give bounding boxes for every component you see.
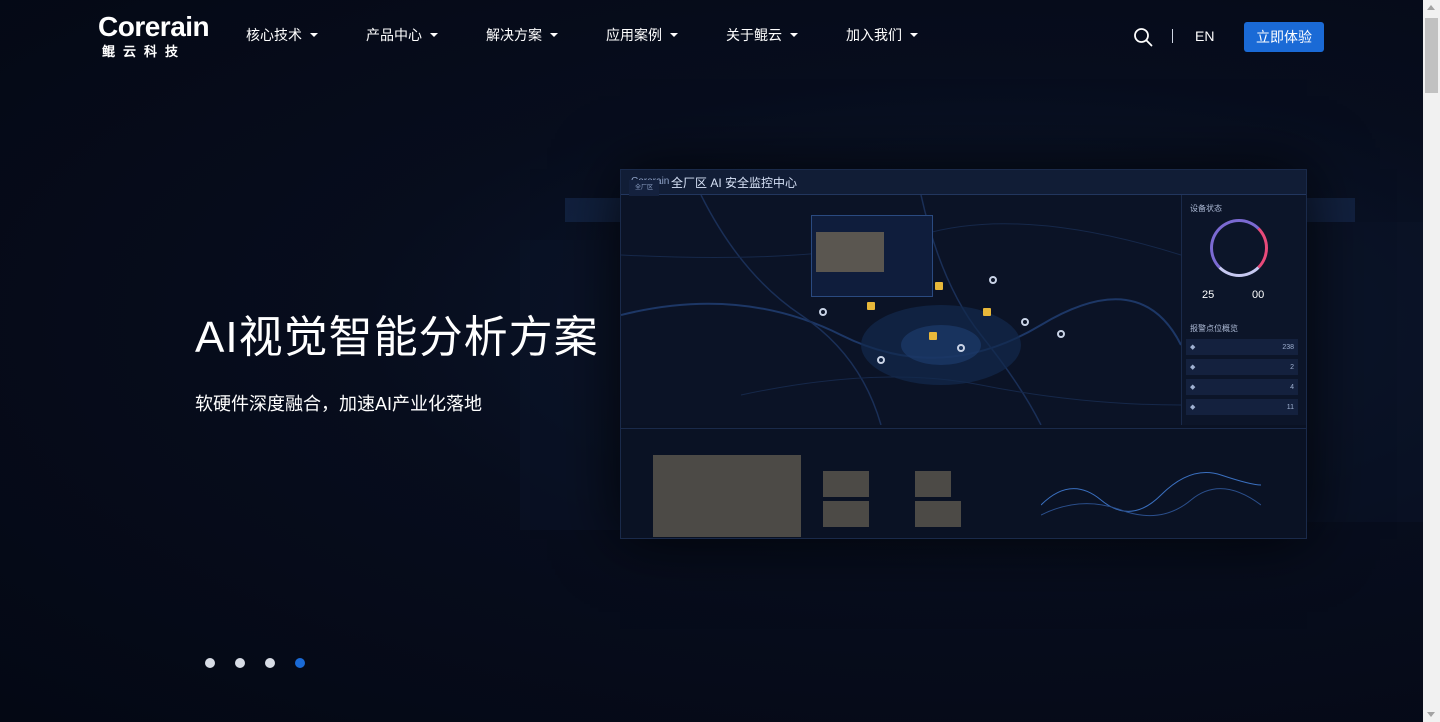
status-ring-chart bbox=[1210, 219, 1268, 277]
alert-snapshot bbox=[816, 232, 884, 272]
nav-label: 解决方案 bbox=[486, 27, 542, 43]
alarm-overview-title: 报警点位概览 bbox=[1190, 324, 1238, 333]
alert-thumbnail bbox=[823, 471, 869, 497]
carousel-dot-3[interactable] bbox=[265, 658, 275, 668]
camera-pin-icon bbox=[819, 308, 827, 316]
scroll-down-arrow-icon[interactable] bbox=[1427, 712, 1435, 717]
main-nav: 核心技术 产品中心 解决方案 应用案例 关于鲲云 加入我们 bbox=[246, 24, 966, 46]
header-divider bbox=[1172, 29, 1173, 43]
dashboard-bottom-panels bbox=[621, 428, 1306, 538]
logo-wordmark: Corerain bbox=[98, 11, 210, 42]
caret-down-icon bbox=[310, 33, 318, 37]
nav-label: 关于鲲云 bbox=[726, 27, 782, 43]
alert-pin-icon bbox=[867, 302, 875, 310]
hero-title: AI视觉智能分析方案 bbox=[195, 313, 599, 362]
device-stat: 00 bbox=[1252, 289, 1265, 301]
try-now-button[interactable]: 立即体验 bbox=[1244, 22, 1324, 52]
alarm-row: ◆ 11 bbox=[1186, 399, 1298, 415]
background-panel bbox=[565, 198, 625, 222]
nav-products[interactable]: 产品中心 bbox=[366, 24, 486, 46]
alert-pin-icon bbox=[929, 332, 937, 340]
alarm-row: ◆ 2 bbox=[1186, 359, 1298, 375]
device-status-title: 设备状态 bbox=[1190, 204, 1222, 213]
caret-down-icon bbox=[670, 33, 678, 37]
hero-subtitle: 软硬件深度融合，加速AI产业化落地 bbox=[195, 394, 483, 414]
nav-label: 加入我们 bbox=[846, 27, 902, 43]
carousel-dot-1[interactable] bbox=[205, 658, 215, 668]
dashboard-title: 全厂区 AI 安全监控中心 bbox=[671, 176, 798, 190]
nav-core-tech[interactable]: 核心技术 bbox=[246, 24, 366, 46]
search-icon[interactable] bbox=[1133, 27, 1153, 47]
nav-label: 核心技术 bbox=[246, 27, 302, 43]
alarm-icon: ◆ bbox=[1190, 344, 1196, 351]
background-panel bbox=[1305, 222, 1423, 522]
nav-cases[interactable]: 应用案例 bbox=[606, 24, 726, 46]
device-stat: 25 bbox=[1202, 289, 1215, 301]
alarm-icon: ◆ bbox=[1190, 384, 1196, 391]
logo-chinese-name: 鲲云科技 bbox=[102, 44, 187, 59]
caret-down-icon bbox=[550, 33, 558, 37]
alarm-value: 238 bbox=[1282, 343, 1294, 351]
corerain-logo[interactable]: Corerain 鲲云科技 bbox=[98, 12, 210, 62]
dashboard-header: Corerain 全厂区 AI 安全监控中心 bbox=[621, 170, 1306, 195]
alert-pin-icon bbox=[983, 308, 991, 316]
caret-down-icon bbox=[790, 33, 798, 37]
dashboard-side-panel: 设备状态 25 00 报警点位概览 ◆ 238 ◆ 2 ◆ 4 ◆ 11 bbox=[1181, 195, 1306, 425]
site-header: Corerain 鲲云科技 核心技术 产品中心 解决方案 应用案例 关于鲲云 加… bbox=[0, 0, 1423, 72]
caret-down-icon bbox=[910, 33, 918, 37]
alarm-icon: ◆ bbox=[1190, 404, 1196, 411]
alarm-value: 2 bbox=[1290, 363, 1294, 371]
alarm-icon: ◆ bbox=[1190, 364, 1196, 371]
region-tree: 全厂区 bbox=[629, 180, 660, 196]
alert-thumbnail bbox=[915, 471, 951, 497]
background-panel bbox=[1305, 198, 1355, 222]
nav-careers[interactable]: 加入我们 bbox=[846, 24, 966, 46]
alarm-row: ◆ 238 bbox=[1186, 339, 1298, 355]
page-scrollbar[interactable] bbox=[1423, 0, 1440, 722]
alert-thumbnail bbox=[915, 501, 961, 527]
camera-pin-icon bbox=[1057, 330, 1065, 338]
nav-label: 产品中心 bbox=[366, 27, 422, 43]
tree-root: 全厂区 bbox=[629, 180, 660, 196]
caret-down-icon bbox=[430, 33, 438, 37]
trend-line-graphic bbox=[1041, 472, 1261, 517]
camera-pin-icon bbox=[989, 276, 997, 284]
background-panel bbox=[520, 240, 620, 530]
camera-pin-icon bbox=[1021, 318, 1029, 326]
carousel-dot-4[interactable] bbox=[295, 658, 305, 668]
live-video-thumbnail bbox=[653, 455, 801, 537]
scroll-up-arrow-icon[interactable] bbox=[1427, 5, 1435, 10]
alarm-value: 4 bbox=[1290, 383, 1294, 391]
nav-solutions[interactable]: 解决方案 bbox=[486, 24, 606, 46]
language-switch[interactable]: EN bbox=[1195, 28, 1214, 44]
dashboard-mockup: Corerain 全厂区 AI 安全监控中心 全厂区 设 bbox=[620, 169, 1307, 539]
scroll-thumb[interactable] bbox=[1425, 18, 1438, 93]
camera-pin-icon bbox=[957, 344, 965, 352]
alarm-value: 11 bbox=[1286, 403, 1294, 411]
alert-popup bbox=[811, 215, 933, 297]
nav-label: 应用案例 bbox=[606, 27, 662, 43]
carousel-dot-2[interactable] bbox=[235, 658, 245, 668]
carousel-dots bbox=[205, 658, 325, 668]
alert-pin-icon bbox=[935, 282, 943, 290]
alert-thumbnail bbox=[823, 501, 869, 527]
alarm-row: ◆ 4 bbox=[1186, 379, 1298, 395]
nav-about[interactable]: 关于鲲云 bbox=[726, 24, 846, 46]
camera-pin-icon bbox=[877, 356, 885, 364]
page: Corerain 鲲云科技 核心技术 产品中心 解决方案 应用案例 关于鲲云 加… bbox=[0, 0, 1423, 722]
